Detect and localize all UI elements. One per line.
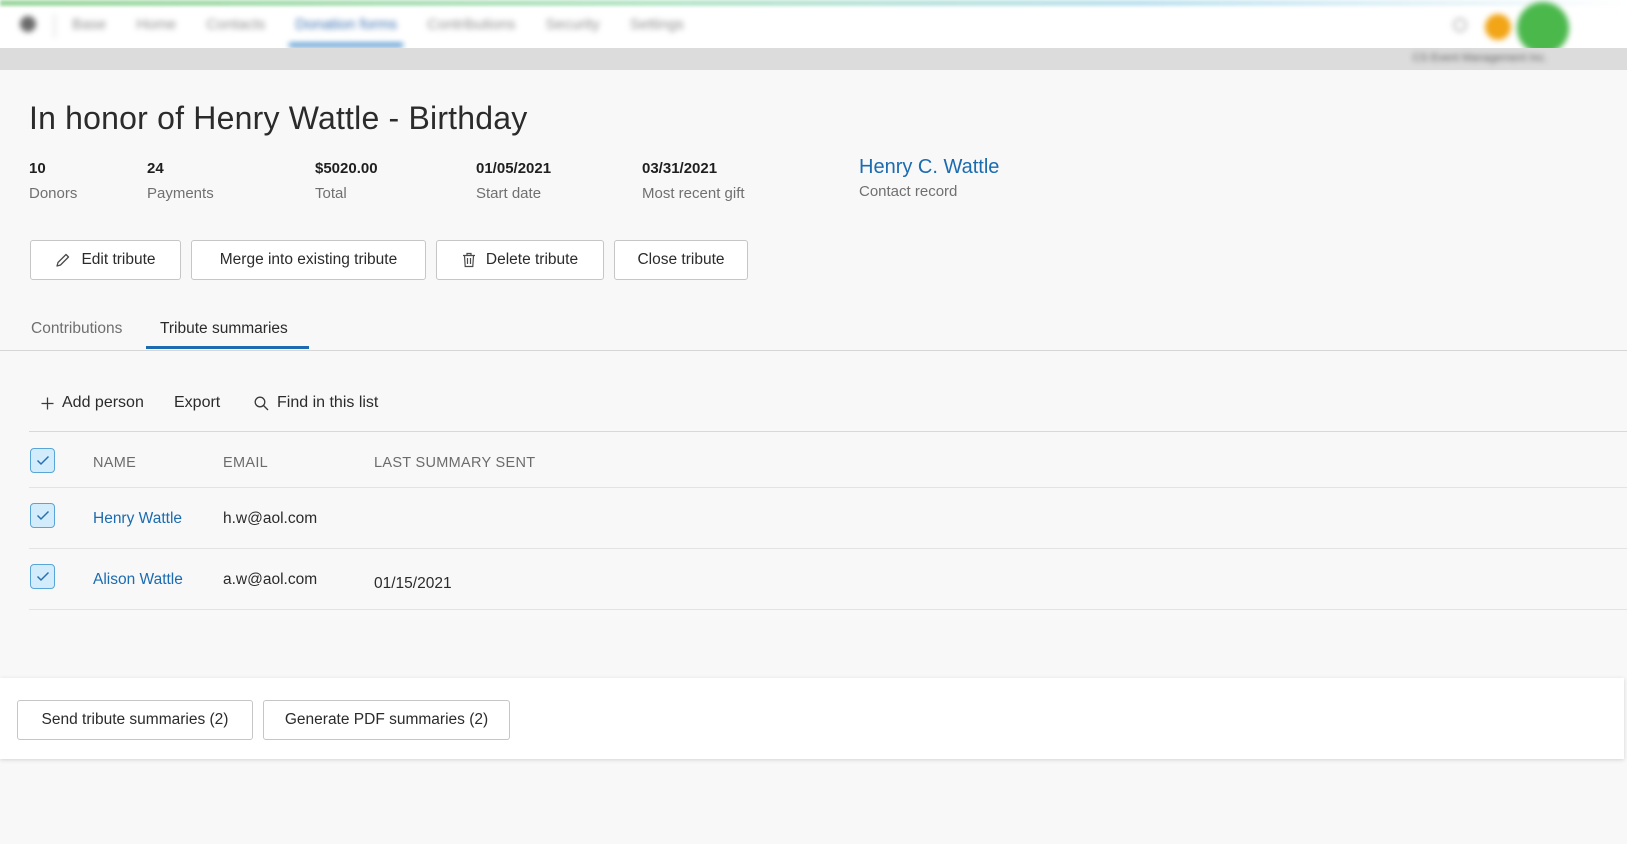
org-bar: CS Event Management Inc.: [0, 48, 1627, 70]
table-row: Henry Wattle h.w@aol.com: [29, 488, 1627, 549]
stat-label: Payments: [147, 185, 214, 202]
contact-record: Henry C. Wattle Contact record: [859, 156, 999, 200]
nav-container: Base Home Contacts Donation forms Contri…: [0, 2, 1627, 54]
person-email: a.w@aol.com: [223, 571, 318, 588]
stat-value: 10: [29, 160, 46, 177]
person-email: h.w@aol.com: [223, 510, 318, 527]
column-header-email[interactable]: EMAIL: [223, 455, 268, 471]
nav-item-donation-forms[interactable]: Donation forms: [289, 16, 403, 47]
edit-tribute-label: Edit tribute: [81, 251, 156, 268]
pencil-icon: [56, 253, 70, 267]
row-checkbox[interactable]: [30, 503, 55, 528]
last-summary-sent: 01/15/2021: [374, 575, 452, 592]
top-accent-strip: [0, 0, 1627, 6]
stat-value: 24: [147, 160, 164, 177]
notification-icon[interactable]: [1485, 14, 1511, 40]
stat-total: $5020.00 Total: [315, 160, 378, 202]
nav-item-contributions[interactable]: Contributions: [427, 16, 515, 33]
org-name: CS Event Management Inc.: [1412, 52, 1547, 64]
stat-donors: 10 Donors: [29, 160, 77, 202]
add-person-label: Add person: [62, 394, 144, 411]
stat-label: Donors: [29, 185, 78, 202]
merge-tribute-button[interactable]: Merge into existing tribute: [191, 240, 426, 280]
checkmark-icon: [36, 571, 49, 582]
close-tribute-label: Close tribute: [637, 251, 725, 268]
nav-item-contacts[interactable]: Contacts: [206, 16, 265, 33]
tribute-tabs: Contributions Tribute summaries: [0, 300, 1627, 351]
stat-value: $5020.00: [315, 160, 378, 177]
tab-tribute-summaries[interactable]: Tribute summaries: [160, 320, 288, 338]
find-in-list-button[interactable]: Find in this list: [254, 394, 378, 412]
page-title: In honor of Henry Wattle - Birthday: [29, 100, 528, 136]
add-person-button[interactable]: Add person: [41, 394, 144, 412]
generate-pdf-summaries-label: Generate PDF summaries (2): [284, 711, 489, 728]
table-header-row: NAME EMAIL LAST SUMMARY SENT: [29, 433, 1627, 488]
stat-most-recent-gift: 03/31/2021 Most recent gift: [642, 160, 745, 202]
tab-contributions[interactable]: Contributions: [31, 320, 122, 338]
user-avatar[interactable]: [1517, 2, 1569, 54]
checkmark-icon: [36, 455, 49, 466]
edit-tribute-button[interactable]: Edit tribute: [30, 240, 181, 280]
select-all-checkbox[interactable]: [30, 448, 55, 473]
person-name-link[interactable]: Henry Wattle: [93, 510, 182, 528]
person-name-link[interactable]: Alison Wattle: [93, 571, 183, 589]
stat-label: Start date: [476, 185, 542, 202]
close-tribute-button[interactable]: Close tribute: [614, 240, 748, 280]
trash-icon: [462, 252, 475, 268]
contact-record-label: Contact record: [859, 183, 958, 200]
column-header-last-summary-sent[interactable]: LAST SUMMARY SENT: [374, 455, 535, 471]
nav-item-base[interactable]: Base: [72, 16, 106, 33]
contact-record-link[interactable]: Henry C. Wattle: [859, 156, 999, 179]
export-label: Export: [174, 394, 221, 411]
row-checkbox[interactable]: [30, 564, 55, 589]
nav-divider: [54, 14, 55, 38]
find-in-list-label: Find in this list: [277, 394, 379, 411]
nav-items: Base Home Contacts Donation forms Contri…: [72, 16, 684, 47]
app-menu-icon[interactable]: [20, 16, 36, 32]
checkmark-icon: [36, 510, 49, 521]
active-tab-indicator: [146, 346, 309, 349]
delete-tribute-label: Delete tribute: [485, 251, 579, 268]
stat-payments: 24 Payments: [147, 160, 214, 202]
send-tribute-summaries-label: Send tribute summaries (2): [41, 711, 229, 728]
stat-value: 03/31/2021: [642, 160, 718, 177]
global-search-icon[interactable]: [1453, 18, 1467, 32]
nav-item-security[interactable]: Security: [546, 16, 600, 33]
send-tribute-summaries-button[interactable]: Send tribute summaries (2): [17, 700, 253, 740]
delete-tribute-button[interactable]: Delete tribute: [436, 240, 604, 280]
nav-item-settings[interactable]: Settings: [630, 16, 684, 33]
tribute-summaries-table: NAME EMAIL LAST SUMMARY SENT Henry Wattl…: [29, 433, 1627, 610]
bulk-actions-panel: Send tribute summaries (2) Generate PDF …: [0, 678, 1624, 759]
list-toolbar: Add person Export Find in this list: [29, 380, 1627, 432]
generate-pdf-summaries-button[interactable]: Generate PDF summaries (2): [263, 700, 510, 740]
stat-label: Most recent gift: [642, 185, 745, 202]
top-nav-bar: Base Home Contacts Donation forms Contri…: [0, 0, 1627, 54]
stat-start-date: 01/05/2021 Start date: [476, 160, 551, 202]
merge-tribute-label: Merge into existing tribute: [219, 251, 398, 268]
plus-icon: [41, 397, 54, 409]
column-header-name[interactable]: NAME: [93, 455, 136, 471]
table-row: Alison Wattle a.w@aol.com 01/15/2021: [29, 549, 1627, 610]
export-button[interactable]: Export: [174, 394, 220, 412]
stat-value: 01/05/2021: [476, 160, 552, 177]
tribute-stats: 10 Donors 24 Payments $5020.00 Total 01/…: [29, 156, 1129, 210]
stat-label: Total: [315, 185, 347, 202]
nav-item-home[interactable]: Home: [136, 16, 176, 33]
search-icon: [254, 396, 269, 410]
